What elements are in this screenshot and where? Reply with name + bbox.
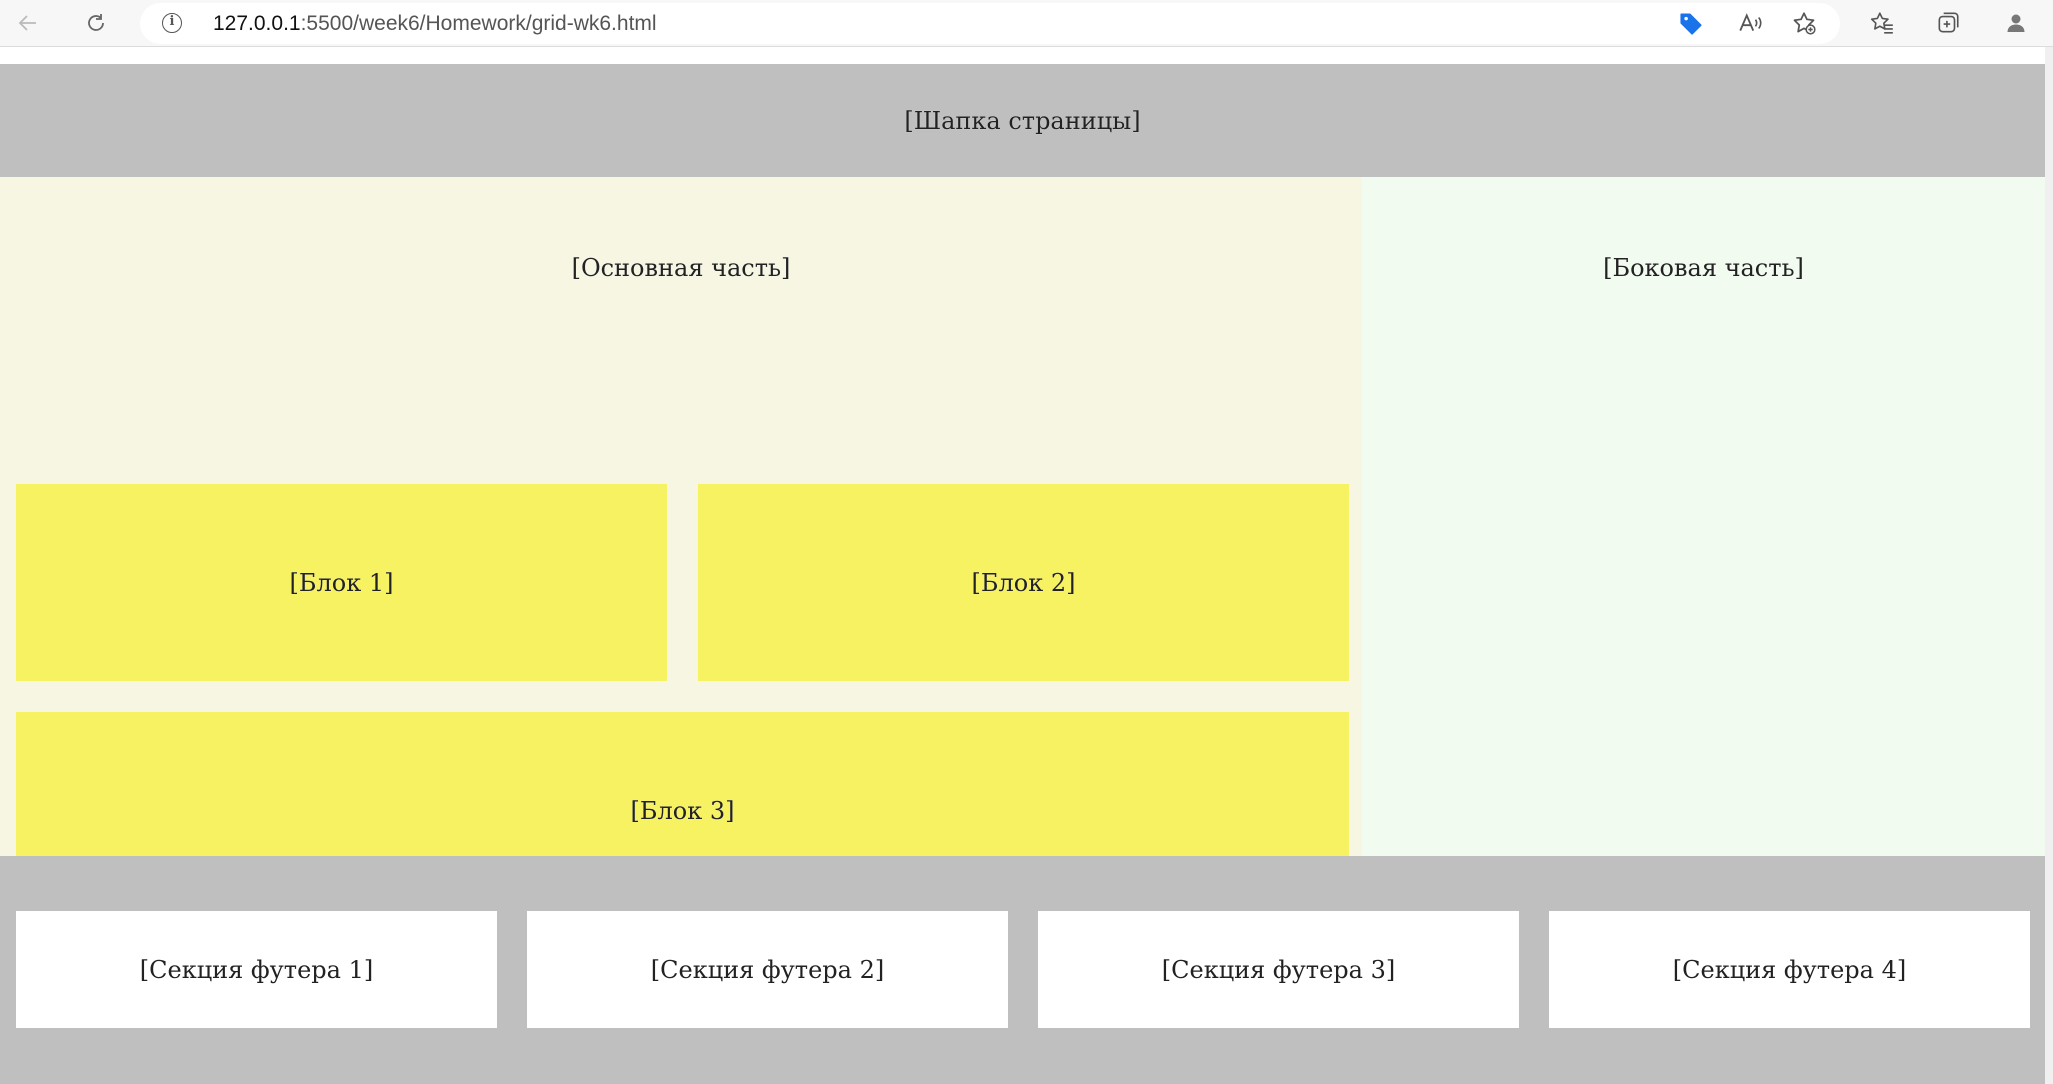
back-arrow-icon[interactable] [12,7,44,39]
main-section: [Основная часть] [Блок 1] [Блок 2] [Блок… [0,177,1362,909]
vertical-scrollbar[interactable] [2045,47,2053,1084]
favorites-icon[interactable] [1866,7,1898,39]
footer-section-2: [Секция футера 2] [527,911,1008,1028]
read-aloud-icon[interactable] [1734,7,1766,39]
header-label: [Шапка страницы] [904,106,1141,135]
footer-section-4: [Секция футера 4] [1549,911,2030,1028]
add-favorite-icon[interactable] [1788,7,1820,39]
address-bar[interactable]: i 127.0.0.1:5500/week6/Homework/grid-wk6… [140,3,1840,44]
block-2: [Блок 2] [698,484,1349,681]
refresh-icon[interactable] [80,7,112,39]
aside-label: [Боковая часть] [1603,254,1804,282]
block-1: [Блок 1] [16,484,667,681]
browser-toolbar: i 127.0.0.1:5500/week6/Homework/grid-wk6… [0,0,2053,47]
url-path: :5500/week6/Homework/grid-wk6.html [300,12,657,35]
block-2-label: [Блок 2] [971,568,1076,597]
url-host: 127.0.0.1 [213,12,301,35]
footer-section-1: [Секция футера 1] [16,911,497,1028]
block-3-label: [Блок 3] [630,796,735,825]
info-icon[interactable]: i [162,13,182,33]
page-grid: [Шапка страницы] [Основная часть] [Блок … [0,64,2045,1084]
profile-icon[interactable] [2000,7,2032,39]
footer-section-4-label: [Секция футера 4] [1672,955,1907,984]
collections-icon[interactable] [1932,7,1964,39]
main-label: [Основная часть] [571,254,791,282]
block-1-label: [Блок 1] [289,568,394,597]
tag-icon[interactable] [1675,7,1707,39]
url-text[interactable]: 127.0.0.1:5500/week6/Homework/grid-wk6.h… [213,12,657,36]
footer-section-3: [Секция футера 3] [1038,911,1519,1028]
page-footer: [Секция футера 1] [Секция футера 2] [Сек… [0,856,2045,1084]
page-header: [Шапка страницы] [0,64,2045,177]
aside-section: [Боковая часть] [1362,177,2045,856]
footer-section-1-label: [Секция футера 1] [139,955,374,984]
footer-section-2-label: [Секция футера 2] [650,955,885,984]
footer-section-3-label: [Секция футера 3] [1161,955,1396,984]
